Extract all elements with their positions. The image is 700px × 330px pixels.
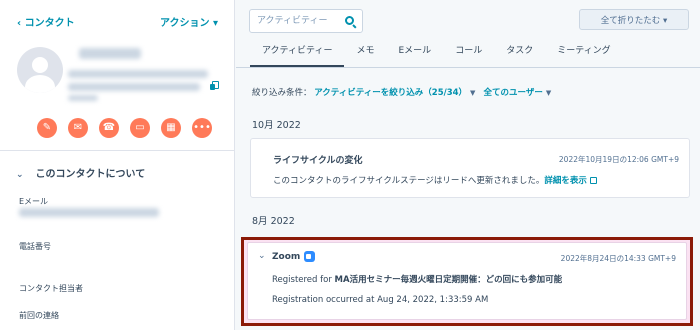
sidebar-divider — [0, 150, 235, 151]
task-icon[interactable]: ▭ — [130, 118, 150, 138]
contact-extra-redacted — [68, 95, 98, 101]
activity-tabs: アクティビティー メモ Eメール コール タスク ミーティング — [250, 44, 623, 68]
month-header: 8月 2022 — [252, 216, 295, 227]
contact-company-redacted — [68, 83, 200, 91]
user-filter-dropdown[interactable]: 全てのユーザー — [484, 88, 543, 98]
property-label-last-contacted: 前回の連絡 — [19, 311, 59, 320]
tab-emails[interactable]: Eメール — [387, 44, 444, 68]
meeting-icon[interactable]: ▦ — [161, 118, 181, 138]
card-timestamp: 2022年10月19日の12:06 GMT+9 — [558, 155, 679, 164]
zoom-activity-card: ⌄ Zoom 2022年8月24日の14:33 GMT+9 Registered… — [247, 242, 687, 320]
avatar-body — [25, 75, 55, 93]
email-value-redacted — [19, 208, 159, 217]
about-contact-title: このコンタクトについて — [35, 169, 146, 180]
contact-sidebar: ‹ コンタクト アクション ▾ ✎ ✉ ☎ ▭ ▦ ••• ⌄ このコンタクトにつ… — [0, 0, 235, 330]
zoom-icon — [304, 251, 315, 262]
activity-search-box — [249, 9, 363, 33]
search-icon[interactable] — [345, 16, 354, 25]
tab-activity[interactable]: アクティビティー — [250, 44, 345, 68]
activity-filter-dropdown[interactable]: アクティビティーを絞り込み（25/34） — [314, 88, 467, 98]
tab-meetings[interactable]: ミーティング — [545, 44, 622, 68]
registration-line: Registered for MA活用セミナー毎週火曜日定期開催：どの回にも参加… — [272, 273, 562, 285]
tab-notes[interactable]: メモ — [344, 44, 386, 68]
back-to-contacts-link[interactable]: ‹ コンタクト — [17, 14, 75, 29]
about-contact-section-toggle[interactable]: ⌄ このコンタクトについて — [16, 165, 145, 180]
registration-occurred: Registration occurred at Aug 24, 2022, 1… — [272, 295, 489, 305]
note-icon[interactable]: ✎ — [37, 118, 57, 138]
filter-row: 絞り込み条件： アクティビティーを絞り込み（25/34） ▼ 全てのユーザー ▼ — [252, 86, 551, 98]
actions-dropdown[interactable]: アクション ▾ — [160, 14, 218, 29]
collapse-all-button[interactable]: 全て折りたたむ ▾ — [579, 9, 689, 30]
filter-label: 絞り込み条件： — [252, 88, 312, 98]
call-icon[interactable]: ☎ — [99, 118, 119, 138]
external-link-icon[interactable] — [589, 177, 597, 184]
activity-search-input[interactable] — [257, 13, 342, 29]
card-title: ライフサイクルの変化 — [273, 156, 363, 166]
property-label-owner: コンタクト担当者 — [19, 284, 83, 293]
expand-chevron-icon[interactable]: ⌄ — [258, 251, 266, 261]
lifecycle-text: このコンタクトのライフサイクルステージはリードへ更新されました。 — [273, 176, 545, 186]
registered-prefix: Registered for — [272, 275, 335, 285]
caret-down-icon: ▼ — [470, 89, 476, 97]
quick-action-row: ✎ ✉ ☎ ▭ ▦ ••• — [37, 118, 212, 138]
event-name: MA活用セミナー毎週火曜日定期開催：どの回にも参加可能 — [334, 275, 563, 285]
copy-icon[interactable] — [210, 81, 219, 90]
contact-email-redacted — [68, 70, 208, 78]
card-body: このコンタクトのライフサイクルステージはリードへ更新されました。詳細を表示 — [273, 174, 597, 186]
card-timestamp: 2022年8月24日の14:33 GMT+9 — [560, 254, 676, 263]
contact-name-redacted — [79, 48, 141, 59]
more-icon[interactable]: ••• — [192, 118, 212, 138]
month-header: 10月 2022 — [252, 120, 301, 131]
email-icon[interactable]: ✉ — [68, 118, 88, 138]
tabs-divider — [236, 67, 700, 68]
property-label-email: Eメール — [19, 197, 49, 206]
tab-calls[interactable]: コール — [443, 44, 494, 68]
property-label-phone: 電話番号 — [19, 242, 51, 251]
zoom-title[interactable]: Zoom — [272, 252, 300, 262]
tab-tasks[interactable]: タスク — [494, 44, 545, 68]
avatar — [17, 47, 63, 93]
avatar-head — [32, 57, 48, 73]
lifecycle-change-card: ライフサイクルの変化 2022年10月19日の12:06 GMT+9 このコンタ… — [250, 138, 690, 198]
caret-down-icon: ▼ — [545, 89, 552, 97]
view-details-link[interactable]: 詳細を表示 — [544, 176, 587, 186]
chevron-down-icon: ⌄ — [16, 170, 24, 180]
